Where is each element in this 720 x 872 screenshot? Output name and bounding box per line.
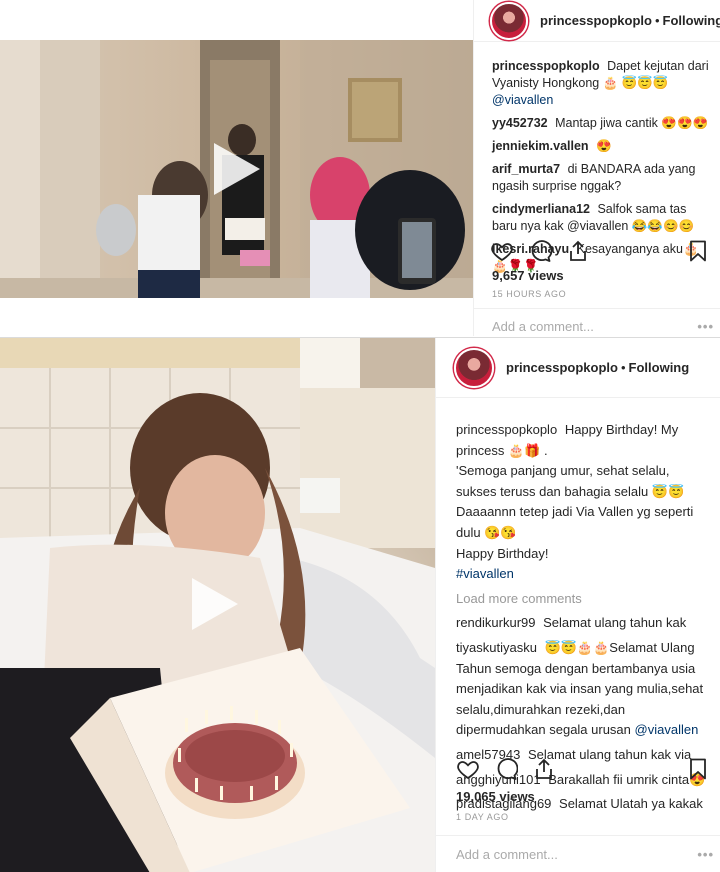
action-bar <box>474 236 720 266</box>
caption-username[interactable]: princesspopkoplo <box>456 422 557 437</box>
comment-username[interactable]: jenniekim.vallen <box>492 139 589 153</box>
comment-username[interactable]: rendikurkur99 <box>456 615 536 630</box>
username-link[interactable]: princesspopkoplo <box>540 13 652 28</box>
mention-link[interactable]: @viavallen <box>635 722 699 737</box>
comment-icon[interactable] <box>494 757 518 781</box>
comment-text: 😍 <box>596 139 612 153</box>
video-2[interactable] <box>0 338 435 872</box>
comment: jenniekim.vallen 😍 <box>492 138 710 155</box>
comment-username[interactable]: tiyaskutiyasku <box>456 640 537 655</box>
post-1: princesspopkoplo • Following princesspop… <box>0 0 720 336</box>
more-options-icon[interactable]: ••• <box>697 319 714 334</box>
video-1[interactable] <box>0 40 473 298</box>
follow-status-button[interactable]: Following <box>629 360 690 375</box>
post-2: princesspopkoplo • Following princesspop… <box>0 337 720 872</box>
post-2-sidebar: princesspopkoplo • Following princesspop… <box>435 338 720 872</box>
comment-icon[interactable] <box>528 239 552 263</box>
comment: rendikurkur99 Selamat ulang tahun kak <box>456 613 710 634</box>
play-icon[interactable] <box>214 143 260 195</box>
comment-username[interactable]: yy452732 <box>492 116 548 130</box>
comment-text: Mantap jiwa cantik 😍😍😍 <box>555 116 709 130</box>
comment: cindymerliana12 Salfok sama tas baru nya… <box>492 201 710 235</box>
avatar[interactable] <box>490 1 528 40</box>
separator-dot: • <box>654 13 660 28</box>
caption-username[interactable]: princesspopkoplo <box>492 59 600 73</box>
caption-text: Daaaannn tetep jadi Via Vallen yg sepert… <box>456 504 694 540</box>
comment: tiyaskutiyasku 😇😇🎂🎂Selamat Ulang Tahun s… <box>456 638 710 741</box>
hashtag-link[interactable]: #viavallen <box>456 564 710 585</box>
follow-status-button[interactable]: Following <box>663 13 720 28</box>
timestamp[interactable]: 15 HOURS AGO <box>492 289 566 299</box>
more-options-icon[interactable]: ••• <box>697 847 714 862</box>
caption-text: Happy Birthday! <box>456 545 549 561</box>
comment: arif_murta7 di BANDARA ada yang ngasih s… <box>492 161 710 195</box>
share-icon[interactable] <box>532 757 556 781</box>
share-icon[interactable] <box>566 239 590 263</box>
post-1-sidebar: princesspopkoplo • Following princesspop… <box>473 0 720 336</box>
separator-dot: • <box>620 360 626 375</box>
comment-text: Selamat Ulatah ya kakak <box>559 796 703 812</box>
bookmark-icon[interactable] <box>686 757 710 781</box>
post-header: princesspopkoplo • Following <box>474 0 720 42</box>
mention-link[interactable]: @viavallen <box>492 93 553 107</box>
username-link[interactable]: princesspopkoplo <box>506 360 618 375</box>
comment-text: Selamat ulang tahun kak <box>543 615 687 631</box>
view-count[interactable]: 9,657 views <box>492 268 564 283</box>
add-comment-field[interactable]: Add a comment... ••• <box>436 835 720 872</box>
heart-icon[interactable] <box>456 757 480 781</box>
add-comment-placeholder: Add a comment... <box>456 847 558 862</box>
view-count[interactable]: 19,065 views <box>456 789 535 804</box>
comment-username[interactable]: cindymerliana12 <box>492 202 590 216</box>
caption-text: 'Semoga panjang umur, sehat selalu, suks… <box>456 463 685 499</box>
caption: princesspopkoplo Dapet kejutan dari Vyan… <box>492 58 710 109</box>
add-comment-placeholder: Add a comment... <box>492 319 594 334</box>
action-bar <box>436 754 720 784</box>
heart-icon[interactable] <box>490 239 514 263</box>
load-more-comments-link[interactable]: Load more comments <box>456 589 710 610</box>
post-header: princesspopkoplo • Following <box>436 338 720 398</box>
comment-username[interactable]: arif_murta7 <box>492 162 560 176</box>
caption: princesspopkoplo Happy Birthday! My prin… <box>456 420 710 585</box>
play-icon[interactable] <box>192 578 238 630</box>
timestamp[interactable]: 1 DAY AGO <box>456 812 509 822</box>
bookmark-icon[interactable] <box>686 239 710 263</box>
comment: yy452732 Mantap jiwa cantik 😍😍😍 <box>492 115 710 132</box>
avatar[interactable] <box>454 347 494 388</box>
